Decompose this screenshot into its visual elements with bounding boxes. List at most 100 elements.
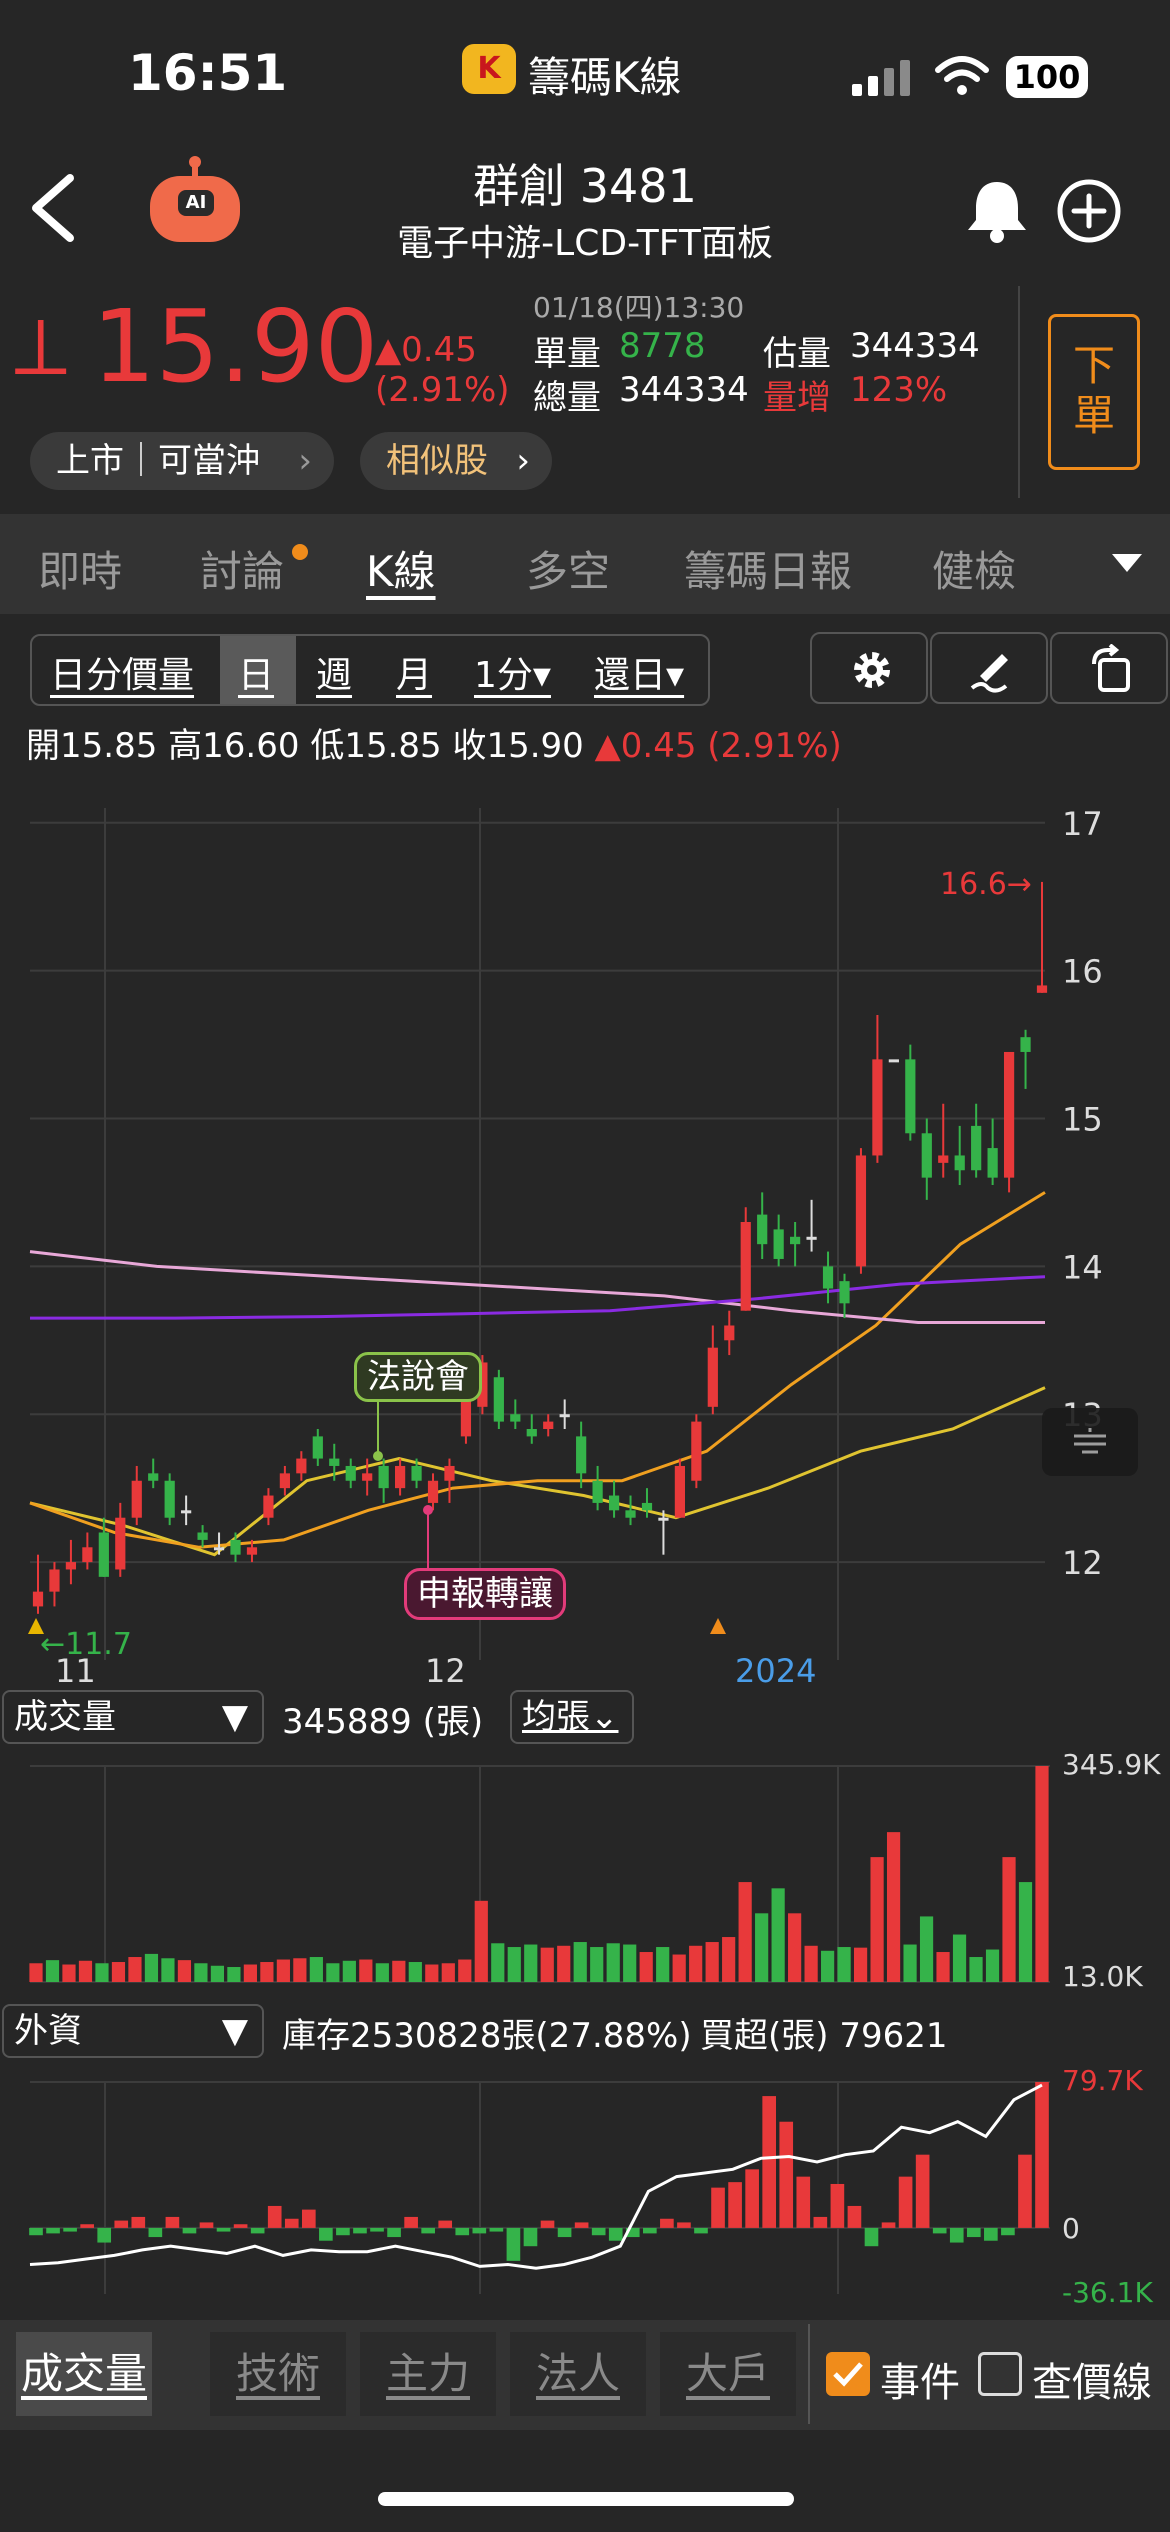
candle-body [592,1480,603,1503]
volume-bar [144,1953,159,1982]
similar-stocks-chip[interactable]: 相似股 › [360,432,552,490]
candle-body [954,1155,965,1171]
volume-bar [886,1832,901,1982]
chevron-right-icon: › [298,441,312,481]
volume-bar [359,1959,373,1982]
avg-lots-select[interactable]: 均張⌄ [510,1690,634,1744]
volume-bar [689,1945,703,1982]
institution-select[interactable]: 外資 ▼ [2,2004,264,2058]
candle-body [1020,1037,1031,1052]
more-tabs-dropdown-icon[interactable] [1110,550,1144,574]
volume-indicator-label: 成交量 [14,1697,116,1737]
volume-value: 345889 (張) [282,1702,484,1742]
event-checkbox[interactable] [826,2352,870,2396]
rotate-button[interactable] [1050,632,1168,704]
price-line-checkbox[interactable] [978,2352,1022,2396]
y-tick-label: 79.7K [1062,2066,1143,2097]
quote-divider [1018,286,1020,498]
status-time: 16:51 [128,44,288,102]
bottom-tab-major-holders[interactable]: 大戶 [660,2332,796,2416]
foreign-net-bar [591,2227,606,2236]
period-month-button[interactable]: 月 [396,646,432,698]
tab-health-check[interactable]: 健檢 [932,538,1016,599]
foreign-net-bar [915,2154,930,2228]
candle-body [98,1532,109,1577]
event-transfer-tag[interactable]: 申報轉讓 [404,1568,566,1620]
volume-bar [540,1947,554,1982]
candle-body [921,1133,932,1178]
candle-body [510,1414,521,1422]
bottom-tab-institutional[interactable]: 法人 [510,2332,646,2416]
bottom-tab-volume[interactable]: 成交量 [16,2332,152,2416]
bottom-tab-technical[interactable]: 技術 [210,2332,346,2416]
open-value: 15.85 [60,726,158,766]
candle-body [691,1421,702,1481]
tab-discussion[interactable]: 討論 [200,538,284,599]
foreign-net-bar [643,2227,657,2234]
candle-body [362,1473,373,1481]
candle-body [724,1325,735,1341]
volume-bar [1035,1766,1049,1982]
candle-body [493,1377,504,1422]
volume-bar [458,1959,472,1982]
volume-bar [194,1963,208,1982]
order-label-1: 下 [1072,341,1115,390]
foreign-net-bar [728,2182,742,2228]
period-week-button[interactable]: 週 [316,646,352,698]
bottom-tab-main-force[interactable]: 主力 [360,2332,496,2416]
x-tick-label: 12 [425,1652,466,1690]
restore-adjust-button[interactable]: 還日▾ [594,646,684,698]
foreign-net-bar [779,2121,794,2228]
tab-kline[interactable]: K線 [366,538,436,599]
candle-body [757,1214,768,1245]
volume-chart[interactable]: 345.9K 13.0K [0,1746,1170,1996]
kline-chart[interactable]: 1213141516171112202416.6→←11.7 [0,800,1170,1700]
minute-interval-button[interactable]: 1分▾ [474,646,551,698]
y-tick-label: 15 [1062,1101,1103,1139]
foreign-net-bar [881,2222,896,2228]
foreign-net-bar [233,2224,248,2228]
foreign-net-bar [608,2227,623,2241]
candle-body [822,1266,834,1289]
est-volume-label: 估量 [763,334,831,374]
candle-body [608,1495,620,1511]
tab-chip-daily[interactable]: 籌碼日報 [684,538,852,599]
tab-realtime[interactable]: 即時 [38,538,122,599]
volume-increase-label: 量增 [763,378,831,418]
foreign-net-bar [1001,2227,1015,2236]
foreign-net-bar [131,2216,146,2228]
bell-icon[interactable] [962,176,1032,246]
foreign-net-bar [250,2227,265,2234]
event-briefing-tag[interactable]: 法說會 [354,1352,482,1402]
minute-price-volume-button[interactable]: 日分價量 [50,646,194,698]
volume-bar [590,1947,604,1982]
foreign-net-bar [1035,2082,1049,2228]
order-button[interactable]: 下 單 [1048,314,1140,470]
foreign-net-bar [199,2222,214,2228]
volume-bar [623,1944,637,1982]
rotate-screen-icon [1092,644,1130,692]
add-watchlist-icon[interactable] [1054,176,1124,246]
event-transfer-marker [423,1505,433,1515]
volume-bar [425,1964,439,1982]
foreign-net-bar [336,2227,350,2236]
settings-button[interactable] [810,632,928,704]
candle-body [49,1569,60,1592]
period-day-button[interactable]: 日 [238,646,274,698]
volume-bar [573,1942,587,1982]
foreign-net-bar [660,2218,674,2228]
foreign-net-bar [216,2227,231,2232]
panel-resize-handle[interactable] [1042,1408,1138,1476]
market-chip[interactable]: 上市｜可當沖 › [30,432,334,490]
foreign-net-bar [745,2169,759,2228]
foreign-chart[interactable]: 79.7K 0 -36.1K [0,2066,1170,2316]
volume-indicator-select[interactable]: 成交量 ▼ [2,1690,264,1744]
volume-bar [62,1964,76,1982]
foreign-net-bar [1018,2154,1032,2228]
x-tick-label: 2024 [735,1652,816,1690]
tab-long-short[interactable]: 多空 [526,538,610,599]
draw-button[interactable] [930,632,1048,704]
volume-bar [293,1958,307,1982]
event-triangle-icon [710,1618,726,1634]
candle-body [674,1465,686,1518]
